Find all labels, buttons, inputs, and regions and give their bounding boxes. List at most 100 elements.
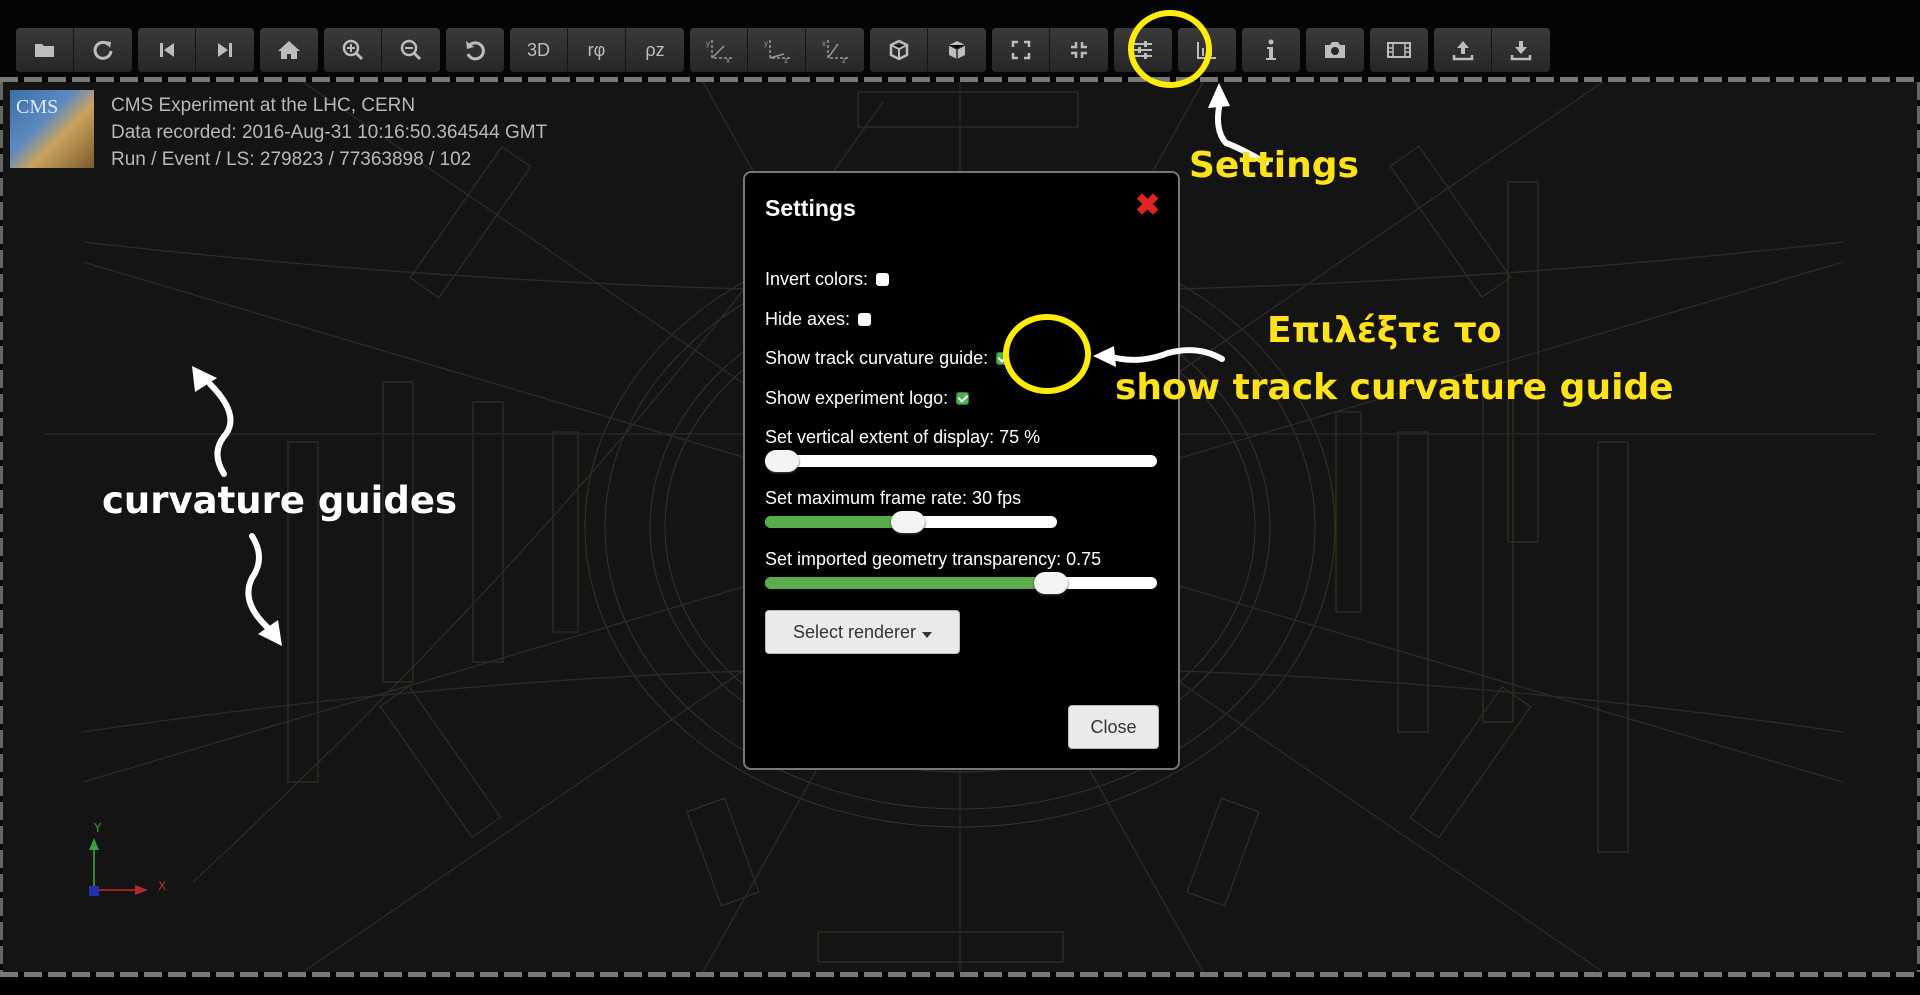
- solid-button[interactable]: [928, 28, 986, 72]
- zoom-out-button[interactable]: [382, 28, 440, 72]
- y-axis-label: Y: [93, 821, 102, 835]
- info-button[interactable]: [1242, 28, 1300, 72]
- data-recorded-line: Data recorded: 2016-Aug-31 10:16:50.3645…: [111, 122, 548, 143]
- next-event-button[interactable]: [196, 28, 254, 72]
- track-curvature-label: Show track curvature guide:: [765, 348, 989, 368]
- track-curvature-row: Show track curvature guide:: [765, 348, 1010, 369]
- event-info: CMS Experiment at the LHC, CERN Data rec…: [111, 92, 547, 173]
- exit-fullscreen-icon: [1069, 40, 1089, 60]
- home-button[interactable]: [260, 28, 318, 72]
- close-button[interactable]: Close: [1068, 705, 1159, 749]
- slider-thumb[interactable]: [765, 450, 799, 472]
- fullscreen-button[interactable]: [992, 28, 1050, 72]
- svg-text:z: z: [842, 56, 846, 63]
- viewport-border-top: [0, 77, 1920, 82]
- home-icon: [277, 40, 301, 60]
- view-yx-icon: yx: [704, 37, 734, 63]
- exit-fullscreen-button[interactable]: [1050, 28, 1108, 72]
- view-xz-button[interactable]: xz: [806, 28, 864, 72]
- info-icon: [1265, 39, 1277, 61]
- zoom-in-button[interactable]: [324, 28, 382, 72]
- cms-logo: CMS: [10, 90, 94, 168]
- svg-text:z: z: [784, 56, 788, 63]
- caret-down-icon: [922, 622, 933, 643]
- toolbar-group-views: 3D rφ ρz: [510, 28, 684, 72]
- svg-text:y: y: [764, 39, 768, 48]
- settings-highlight-circle: [1128, 10, 1212, 88]
- download-icon: [1510, 39, 1532, 61]
- slider-thumb[interactable]: [891, 511, 926, 533]
- frame-rate-label: Set maximum frame rate: 30 fps: [765, 488, 1022, 508]
- settings-dialog: Settings ✖ Invert colors: Hide axes: Sho…: [743, 171, 1180, 770]
- vertical-extent-slider[interactable]: [765, 450, 1157, 472]
- run-event-line: Run / Event / LS: 279823 / 77363898 / 10…: [111, 149, 472, 170]
- viewport-border-left: [0, 82, 3, 972]
- invert-colors-label: Invert colors:: [765, 269, 869, 289]
- animate-button[interactable]: [1370, 28, 1428, 72]
- view-3d-button[interactable]: 3D: [510, 28, 568, 72]
- view-rphi-button[interactable]: rφ: [568, 28, 626, 72]
- checkbox-highlight-circle: [1003, 314, 1091, 394]
- status-strip: [0, 977, 1920, 995]
- experiment-logo-checkbox[interactable]: [956, 392, 970, 405]
- curvature-arrow-down-icon: [245, 533, 282, 646]
- zoom-in-icon: [342, 39, 364, 61]
- view-rhoz-button[interactable]: ρz: [626, 28, 684, 72]
- undo-icon: [464, 39, 486, 61]
- select-renderer-label: Select renderer: [792, 621, 917, 642]
- svg-text:x: x: [822, 39, 826, 48]
- invert-colors-row: Invert colors:: [765, 269, 890, 290]
- experiment-logo-label: Show experiment logo:: [765, 388, 949, 408]
- hide-axes-checkbox[interactable]: [858, 313, 872, 326]
- hide-axes-row: Hide axes:: [765, 309, 872, 330]
- dialog-close-x-icon[interactable]: ✖: [1135, 188, 1160, 223]
- reload-icon: [92, 39, 114, 61]
- select-annotation-line1: Επιλέξτε το: [1267, 310, 1502, 351]
- select-renderer-button[interactable]: Select renderer: [765, 610, 960, 654]
- transparency-label: Set imported geometry transparency: 0.75: [765, 549, 1102, 569]
- view-yz-icon: yz: [762, 37, 792, 63]
- x-axis-label: X: [158, 879, 166, 893]
- slider-thumb[interactable]: [1034, 572, 1069, 594]
- zoom-out-icon: [400, 39, 422, 61]
- dialog-title: Settings: [765, 195, 856, 221]
- cms-logo-text: CMS: [16, 96, 59, 118]
- toolbar-group-step: [138, 28, 254, 72]
- toolbar: 3D rφ ρz yx yz xz: [16, 28, 1550, 72]
- vertical-extent-label: Set vertical extent of display: 75 %: [765, 427, 1041, 447]
- import-button[interactable]: [1492, 28, 1550, 72]
- slider-fill: [765, 516, 909, 528]
- wireframe-button[interactable]: [870, 28, 928, 72]
- hide-axes-label: Hide axes:: [765, 309, 851, 329]
- reload-button[interactable]: [74, 28, 132, 72]
- view-yx-button[interactable]: yx: [690, 28, 748, 72]
- export-button[interactable]: [1434, 28, 1492, 72]
- folder-open-icon: [34, 41, 56, 59]
- cube-solid-icon: [946, 39, 968, 61]
- invert-colors-checkbox[interactable]: [876, 273, 890, 286]
- camera-icon: [1323, 40, 1347, 60]
- fullscreen-icon: [1011, 40, 1031, 60]
- frame-rate-slider[interactable]: [765, 511, 1057, 533]
- screenshot-button[interactable]: [1306, 28, 1364, 72]
- reset-view-button[interactable]: [446, 28, 504, 72]
- settings-annotation: Settings: [1189, 145, 1359, 186]
- upload-icon: [1452, 39, 1474, 61]
- cube-outline-icon: [888, 39, 910, 61]
- curvature-arrow-up-icon: [192, 366, 234, 477]
- axes-indicator: Y X: [89, 821, 166, 896]
- slider-fill: [765, 577, 1052, 589]
- open-file-button[interactable]: [16, 28, 74, 72]
- experiment-logo-row: Show experiment logo:: [765, 388, 970, 409]
- toolbar-group-file: [16, 28, 132, 72]
- experiment-line: CMS Experiment at the LHC, CERN: [111, 95, 416, 116]
- curvature-guides-annotation: curvature guides: [102, 479, 457, 522]
- step-backward-icon: [159, 41, 175, 59]
- view-xz-icon: xz: [820, 37, 850, 63]
- select-annotation-line2: show track curvature guide: [1115, 367, 1674, 408]
- transparency-slider[interactable]: [765, 572, 1157, 594]
- svg-text:y: y: [706, 39, 710, 48]
- view-yz-button[interactable]: yz: [748, 28, 806, 72]
- film-icon: [1387, 41, 1411, 59]
- previous-event-button[interactable]: [138, 28, 196, 72]
